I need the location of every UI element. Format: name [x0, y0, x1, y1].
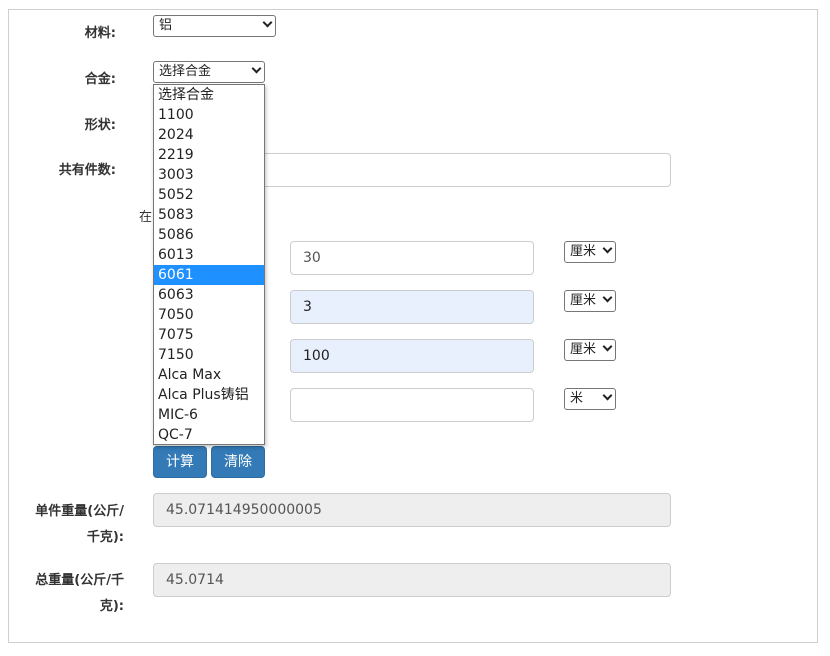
alloy-option[interactable]: 3003 [154, 165, 264, 185]
material-select-value: 铝 [159, 18, 173, 33]
alloy-option[interactable]: 6063 [154, 285, 264, 305]
alloy-option[interactable]: 5086 [154, 225, 264, 245]
chevron-down-icon [262, 17, 273, 28]
partial-text: 在 [139, 210, 153, 225]
alloy-option[interactable]: 5083 [154, 205, 264, 225]
count-label: 共有件数: [58, 163, 116, 178]
dimension-4-unit-select[interactable]: 米 [564, 388, 616, 410]
alloy-option[interactable]: 6061 [154, 265, 264, 285]
unit-weight-label-line2: 千克): [86, 530, 124, 545]
alloy-option[interactable]: 2024 [154, 125, 264, 145]
alloy-option[interactable]: QC-7 [154, 425, 264, 445]
dimension-4-input[interactable] [290, 388, 534, 422]
alloy-option[interactable]: 7075 [154, 325, 264, 345]
dimension-3-input[interactable]: 100 [290, 339, 534, 373]
alloy-option[interactable]: 1100 [154, 105, 264, 125]
total-weight-label-line2: 克): [99, 599, 124, 614]
total-weight-label: 总重量(公斤/千 克): [14, 568, 124, 620]
material-label: 材料: [84, 26, 116, 41]
chevron-down-icon [602, 243, 613, 254]
dimension-1-unit-select[interactable]: 厘米 [564, 241, 616, 263]
alloy-option[interactable]: Alca Max [154, 365, 264, 385]
dimension-3-unit-value: 厘米 [570, 342, 597, 357]
dimension-2-unit-select[interactable]: 厘米 [564, 290, 616, 312]
total-weight-output[interactable]: 45.0714 [153, 563, 671, 597]
alloy-option[interactable]: 7050 [154, 305, 264, 325]
alloy-option[interactable]: 6013 [154, 245, 264, 265]
unit-weight-label-line1: 单件重量(公斤/ [35, 504, 124, 519]
dimension-2-input[interactable]: 3 [290, 290, 534, 324]
alloy-option[interactable]: 2219 [154, 145, 264, 165]
chevron-down-icon [602, 341, 613, 352]
dimension-1-input[interactable]: 30 [290, 241, 534, 275]
dimension-4-unit-value: 米 [570, 391, 584, 406]
alloy-dropdown-list[interactable]: 选择合金 1100 2024 2219 3003 5052 5083 5086 6013 6061… [153, 84, 265, 445]
unit-weight-output[interactable]: 45.071414950000005 [153, 493, 671, 527]
alloy-option[interactable]: 5052 [154, 185, 264, 205]
dimension-1-unit-value: 厘米 [570, 244, 597, 259]
calculate-button[interactable]: 计算 [153, 446, 207, 478]
total-weight-label-line1: 总重量(公斤/千 [35, 573, 124, 588]
dimension-2-unit-value: 厘米 [570, 293, 597, 308]
alloy-option[interactable]: Alca Plus铸铝 [154, 385, 264, 405]
alloy-select[interactable]: 选择合金 [153, 61, 265, 83]
material-select[interactable]: 铝 [153, 15, 276, 37]
chevron-down-icon [602, 292, 613, 303]
alloy-option[interactable]: 7150 [154, 345, 264, 365]
calculator-panel [8, 9, 818, 643]
unit-weight-label: 单件重量(公斤/ 千克): [14, 499, 124, 551]
alloy-option[interactable]: 选择合金 [154, 85, 264, 105]
shape-label: 形状: [84, 118, 116, 133]
clear-button[interactable]: 清除 [211, 446, 265, 478]
alloy-label: 合金: [84, 72, 116, 87]
chevron-down-icon [251, 63, 262, 74]
dimension-3-unit-select[interactable]: 厘米 [564, 339, 616, 361]
alloy-select-value: 选择合金 [159, 64, 212, 79]
chevron-down-icon [602, 390, 613, 401]
alloy-option[interactable]: MIC-6 [154, 405, 264, 425]
